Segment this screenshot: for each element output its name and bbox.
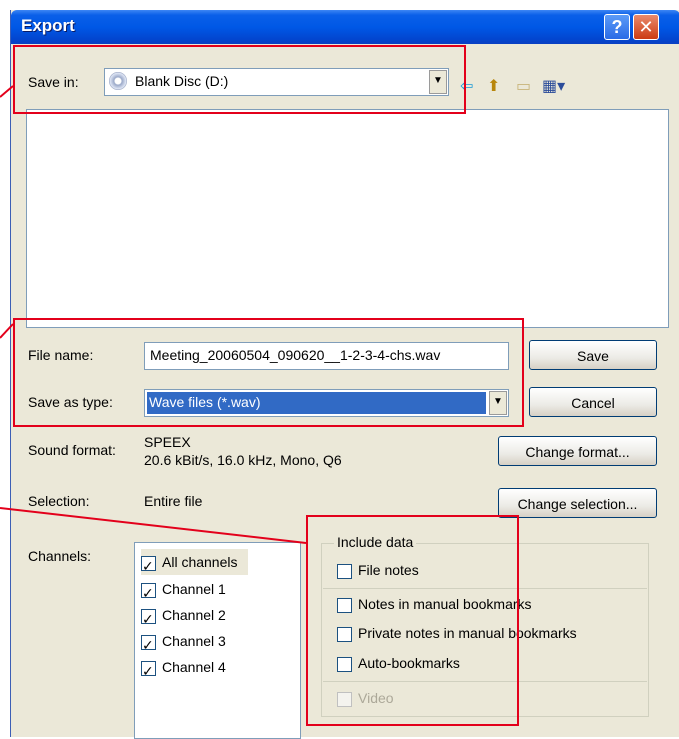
highlight-box-include-data [306,515,519,726]
channel-item-2[interactable]: Channel 2 [141,602,226,632]
sound-format-codec: SPEEX [144,434,191,450]
selection-label: Selection: [28,493,90,509]
change-format-button[interactable]: Change format... [498,436,657,466]
dialog-title: Export [21,16,75,35]
sound-format-details: 20.6 kBit/s, 16.0 kHz, Mono, Q6 [144,452,342,468]
checkbox-icon[interactable] [141,553,156,579]
save-button[interactable]: Save [529,340,657,370]
cancel-button[interactable]: Cancel [529,387,657,417]
new-folder-icon[interactable]: ▭ [516,76,531,96]
channel-item-4[interactable]: Channel 4 [141,654,226,684]
channel-item-3[interactable]: Channel 3 [141,628,226,658]
channel-item-1[interactable]: Channel 1 [141,576,226,606]
view-menu-icon[interactable]: ▦▾ [542,76,565,96]
selection-value: Entire file [144,493,203,509]
checkbox-icon[interactable] [141,606,156,632]
sound-format-label: Sound format: [28,442,116,458]
channels-label: Channels: [28,548,92,564]
checkbox-icon[interactable] [141,632,156,658]
up-folder-icon[interactable]: ⬆ [487,76,500,96]
channel-item-all[interactable]: All channels [141,549,248,579]
checkbox-icon[interactable] [141,580,156,606]
file-list[interactable] [26,109,669,328]
help-button[interactable]: ? [604,14,630,40]
title-bar: Export ? ✕ [11,10,679,44]
change-selection-button[interactable]: Change selection... [498,488,657,518]
highlight-box-file-name [13,318,524,427]
highlight-box-save-in [13,45,466,114]
close-button[interactable]: ✕ [633,14,659,40]
checkbox-icon[interactable] [141,658,156,684]
channel-list[interactable]: All channels Channel 1 Channel 2 Channel… [134,542,301,739]
